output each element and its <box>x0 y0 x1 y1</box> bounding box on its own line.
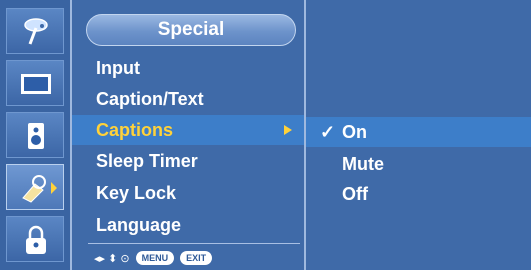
menu-item-language[interactable]: Language <box>72 210 304 240</box>
submenu-item-off[interactable]: Off <box>306 179 531 209</box>
submenu-item-label: On <box>342 122 367 142</box>
menu-item-label: Sleep Timer <box>96 151 198 171</box>
menu-item-label: Language <box>96 215 182 235</box>
menu-item-captions[interactable]: Captions <box>72 115 304 145</box>
category-tile-screen[interactable] <box>6 60 64 106</box>
picture-icon <box>24 18 48 45</box>
menu-item-label: Input <box>96 58 140 78</box>
checkmark-icon: ✓ <box>320 122 336 142</box>
navigation-icons: ◂▸ ⬍ ⊙ <box>94 252 130 265</box>
menu-item-input[interactable]: Input <box>72 53 304 83</box>
menu-key-badge: MENU <box>135 251 175 265</box>
screen-icon <box>21 74 51 94</box>
lock-icon <box>26 225 46 254</box>
menu-item-label: Captions <box>96 120 174 140</box>
special-icon <box>22 175 57 203</box>
category-tile-lock[interactable] <box>6 216 64 262</box>
submenu-item-mute[interactable]: Mute <box>306 149 531 179</box>
submenu-item-on[interactable]: ✓ On <box>306 117 531 147</box>
menu-item-key-lock[interactable]: Key Lock <box>72 178 304 208</box>
submenu-item-label: Mute <box>342 154 384 174</box>
help-divider <box>88 243 300 244</box>
osd-panel: Special Input Caption/Text Captions Slee… <box>0 0 531 270</box>
category-tile-special[interactable] <box>6 164 64 210</box>
submenu-arrow-icon <box>284 125 292 135</box>
audio-icon <box>28 123 44 149</box>
captions-submenu: ✓ On Mute Off <box>306 0 531 270</box>
category-tile-picture[interactable] <box>6 8 64 54</box>
submenu-item-label: Off <box>342 184 368 204</box>
menu-item-sleep-timer[interactable]: Sleep Timer <box>72 146 304 176</box>
menu-item-caption-text[interactable]: Caption/Text <box>72 84 304 114</box>
help-bar: ◂▸ ⬍ ⊙ MENU EXIT <box>72 246 304 270</box>
menu-item-label: Caption/Text <box>96 89 204 109</box>
menu-item-label: Key Lock <box>96 183 177 203</box>
exit-key-badge: EXIT <box>180 251 213 265</box>
special-menu: Special Input Caption/Text Captions Slee… <box>72 0 304 270</box>
menu-title: Special <box>86 14 296 46</box>
category-icon-column <box>0 0 70 270</box>
category-tile-audio[interactable] <box>6 112 64 158</box>
